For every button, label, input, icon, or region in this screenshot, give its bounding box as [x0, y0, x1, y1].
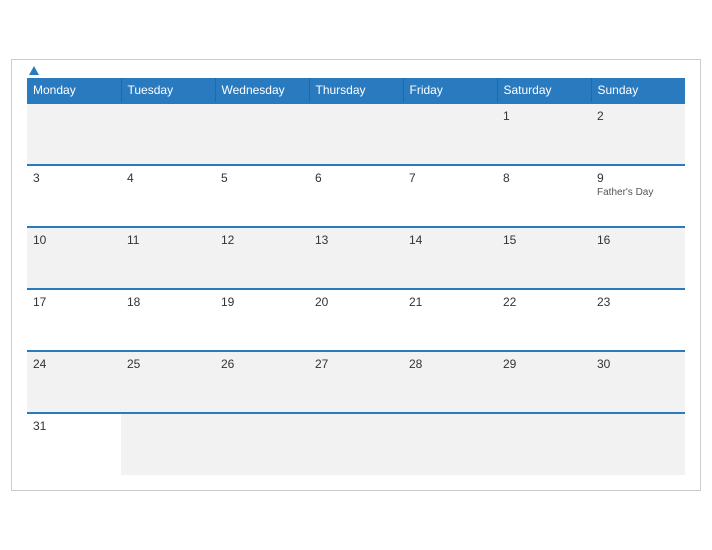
calendar-cell — [309, 103, 403, 165]
calendar-thead: MondayTuesdayWednesdayThursdayFridaySatu… — [27, 78, 685, 103]
calendar-grid: MondayTuesdayWednesdayThursdayFridaySatu… — [27, 78, 685, 475]
logo-triangle-icon — [29, 66, 39, 75]
weekday-header-sunday: Sunday — [591, 78, 685, 103]
day-number: 15 — [503, 233, 516, 247]
calendar-cell: 19 — [215, 289, 309, 351]
logo — [27, 62, 39, 77]
calendar-cell: 7 — [403, 165, 497, 227]
day-number: 1 — [503, 109, 510, 123]
calendar-cell: 6 — [309, 165, 403, 227]
day-number: 12 — [221, 233, 234, 247]
day-number: 5 — [221, 171, 228, 185]
calendar-cell: 30 — [591, 351, 685, 413]
calendar-cell — [403, 413, 497, 475]
calendar-cell: 2 — [591, 103, 685, 165]
calendar-cell: 23 — [591, 289, 685, 351]
calendar-cell: 20 — [309, 289, 403, 351]
day-number: 20 — [315, 295, 328, 309]
day-number: 3 — [33, 171, 40, 185]
week-row-2: 10 11 12 13 14 15 16 — [27, 227, 685, 289]
calendar-cell — [121, 413, 215, 475]
weekday-header-wednesday: Wednesday — [215, 78, 309, 103]
day-number: 28 — [409, 357, 422, 371]
day-number: 25 — [127, 357, 140, 371]
week-row-3: 17 18 19 20 21 22 23 — [27, 289, 685, 351]
day-number: 29 — [503, 357, 516, 371]
calendar-cell: 5 — [215, 165, 309, 227]
calendar-cell: 10 — [27, 227, 121, 289]
calendar-cell: 16 — [591, 227, 685, 289]
day-number: 23 — [597, 295, 610, 309]
day-number: 16 — [597, 233, 610, 247]
day-number: 11 — [127, 233, 139, 247]
calendar-cell: 27 — [309, 351, 403, 413]
week-row-0: 12 — [27, 103, 685, 165]
weekday-header-row: MondayTuesdayWednesdayThursdayFridaySatu… — [27, 78, 685, 103]
calendar-cell: 28 — [403, 351, 497, 413]
calendar-container: MondayTuesdayWednesdayThursdayFridaySatu… — [11, 59, 701, 491]
calendar-cell — [309, 413, 403, 475]
calendar-cell — [215, 413, 309, 475]
calendar-body: 123456789Father's Day1011121314151617181… — [27, 103, 685, 475]
calendar-cell: 17 — [27, 289, 121, 351]
calendar-cell: 21 — [403, 289, 497, 351]
calendar-cell: 13 — [309, 227, 403, 289]
day-number: 10 — [33, 233, 46, 247]
calendar-cell: 29 — [497, 351, 591, 413]
calendar-cell — [497, 413, 591, 475]
calendar-cell: 11 — [121, 227, 215, 289]
day-number: 9 — [597, 171, 604, 185]
calendar-cell: 22 — [497, 289, 591, 351]
day-number: 17 — [33, 295, 46, 309]
weekday-header-friday: Friday — [403, 78, 497, 103]
calendar-cell: 31 — [27, 413, 121, 475]
logo-top-row — [27, 62, 39, 77]
calendar-cell: 8 — [497, 165, 591, 227]
day-number: 8 — [503, 171, 510, 185]
day-number: 24 — [33, 357, 46, 371]
day-number: 13 — [315, 233, 328, 247]
calendar-cell: 1 — [497, 103, 591, 165]
week-row-4: 24 25 26 27 28 29 30 — [27, 351, 685, 413]
day-number: 21 — [409, 295, 422, 309]
weekday-header-monday: Monday — [27, 78, 121, 103]
weekday-header-tuesday: Tuesday — [121, 78, 215, 103]
calendar-cell: 9 Father's Day — [591, 165, 685, 227]
calendar-cell — [215, 103, 309, 165]
calendar-cell — [403, 103, 497, 165]
day-number: 27 — [315, 357, 328, 371]
day-number: 2 — [597, 109, 604, 123]
day-number: 4 — [127, 171, 134, 185]
day-number: 26 — [221, 357, 234, 371]
calendar-cell: 26 — [215, 351, 309, 413]
day-number: 18 — [127, 295, 140, 309]
calendar-cell: 24 — [27, 351, 121, 413]
week-row-1: 3 4 5 6 7 8 9 Father's Day — [27, 165, 685, 227]
calendar-cell: 18 — [121, 289, 215, 351]
day-number: 14 — [409, 233, 422, 247]
weekday-header-thursday: Thursday — [309, 78, 403, 103]
calendar-cell — [27, 103, 121, 165]
day-number: 30 — [597, 357, 610, 371]
day-number: 31 — [33, 419, 46, 433]
calendar-cell: 15 — [497, 227, 591, 289]
calendar-cell: 4 — [121, 165, 215, 227]
day-event: Father's Day — [597, 187, 679, 198]
calendar-cell: 25 — [121, 351, 215, 413]
week-row-5: 31 — [27, 413, 685, 475]
calendar-cell: 14 — [403, 227, 497, 289]
calendar-cell: 12 — [215, 227, 309, 289]
weekday-header-saturday: Saturday — [497, 78, 591, 103]
calendar-cell — [121, 103, 215, 165]
day-number: 19 — [221, 295, 234, 309]
day-number: 6 — [315, 171, 322, 185]
calendar-cell: 3 — [27, 165, 121, 227]
day-number: 22 — [503, 295, 516, 309]
day-number: 7 — [409, 171, 416, 185]
calendar-cell — [591, 413, 685, 475]
